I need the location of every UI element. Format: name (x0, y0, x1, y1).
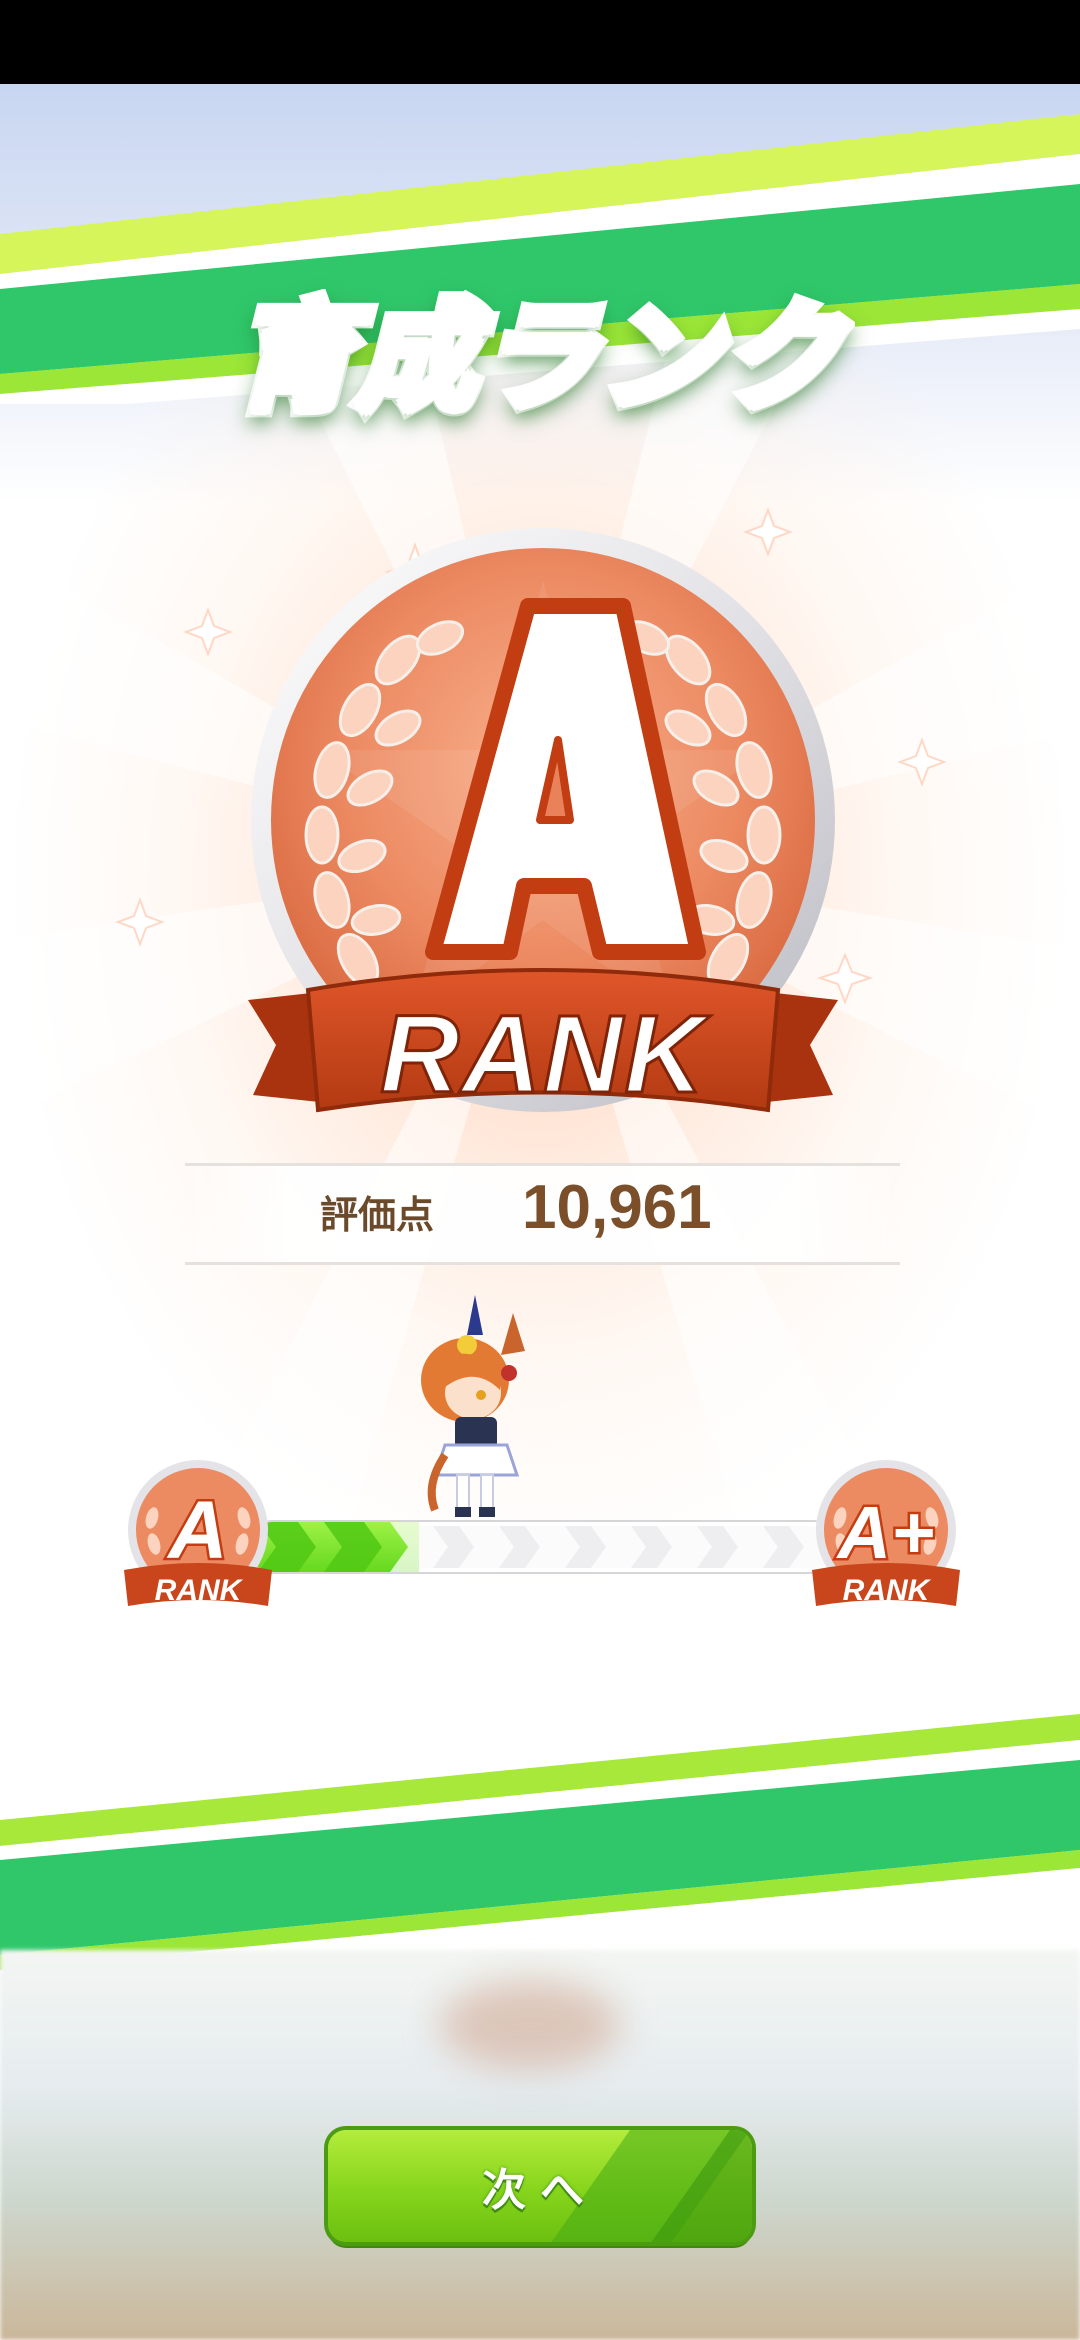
status-bar (0, 0, 1080, 84)
character-sprite (421, 1295, 525, 1517)
progress-chevron-empty (720, 1522, 778, 1572)
score-label: 評価点 (320, 1193, 435, 1237)
page-title: 育成ランク (0, 262, 1080, 433)
medal-rank-label: RANK (380, 993, 711, 1116)
progress-chevron-filled (324, 1522, 382, 1572)
from-rank-letter: A (166, 1485, 227, 1576)
score-value: 10,961 (522, 1173, 712, 1242)
from-rank-badge: A RANK (124, 1460, 272, 1607)
to-rank-label: RANK (843, 1574, 932, 1607)
progress-chevron-empty (456, 1522, 514, 1572)
to-rank-letter: A+ (836, 1491, 935, 1574)
next-button[interactable]: 次へ (328, 2130, 752, 2242)
rank-progress-bar (248, 1522, 838, 1572)
chevron-strip (258, 1522, 838, 1572)
progress-chevron-empty (390, 1522, 448, 1572)
progress-chevron-empty (654, 1522, 712, 1572)
from-rank-label: RANK (155, 1574, 244, 1607)
progress-chevron-empty (522, 1522, 580, 1572)
next-button-label: 次へ (482, 2165, 598, 2216)
progress-chevrons (248, 1522, 838, 1572)
progress-chevron-empty (588, 1522, 646, 1572)
a-rank-medal: RANK (248, 528, 838, 1118)
blurred-shape (440, 1980, 620, 2070)
to-rank-badge: A+ RANK (812, 1460, 960, 1607)
